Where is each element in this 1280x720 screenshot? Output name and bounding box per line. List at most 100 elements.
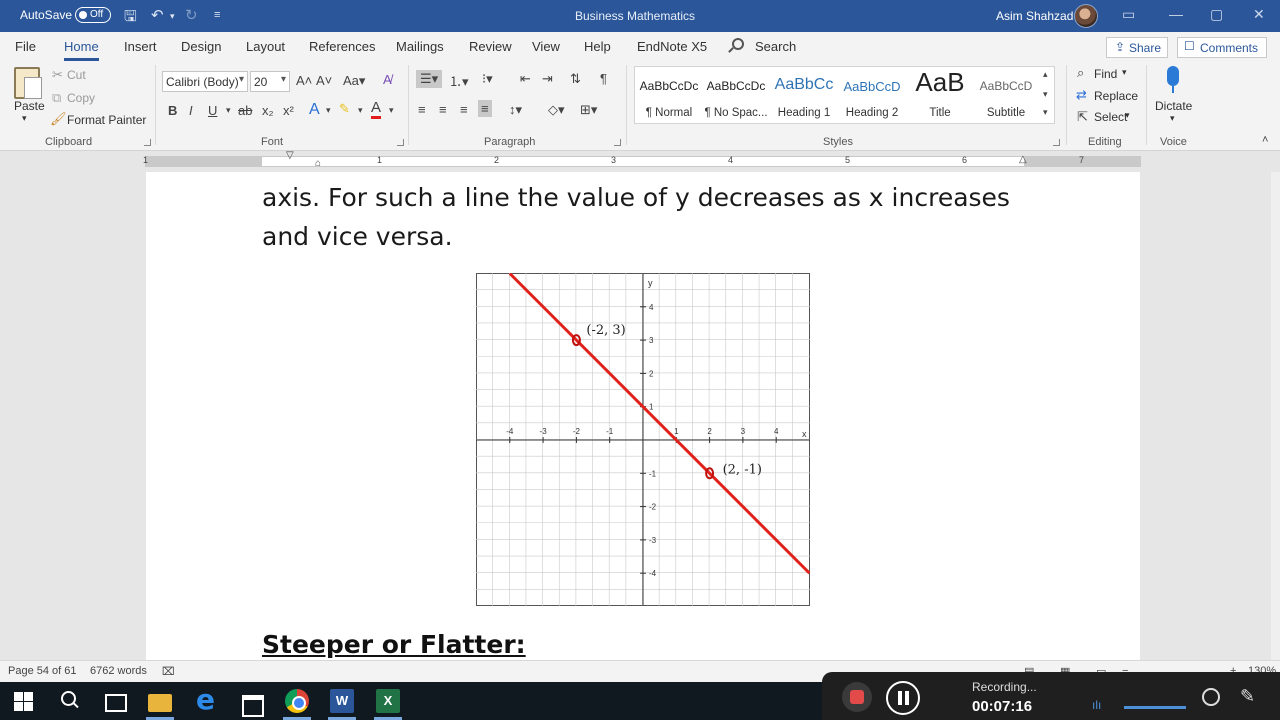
pause-recording-button[interactable] (886, 681, 920, 715)
tab-help[interactable]: Help (584, 39, 611, 54)
line-spacing-icon[interactable]: ↕▾ (509, 102, 522, 118)
style-heading2-preview[interactable]: AaBbCcD (839, 79, 905, 94)
style-heading1[interactable]: Heading 1 (771, 107, 837, 119)
italic-icon[interactable]: I (189, 103, 193, 118)
tab-view[interactable]: View (532, 39, 560, 54)
hanging-indent-icon[interactable]: ⌂ (315, 158, 321, 169)
line-graph-figure[interactable]: -4 -3 -2 -1 1 2 3 4 4 3 2 1 -1 -2 -3 -4 x y (-2, 3) (2, -1) (476, 273, 810, 606)
styles-scroll-down-icon[interactable]: ▾ (1043, 89, 1048, 100)
maximize-icon[interactable]: ▢ (1210, 6, 1223, 23)
minimize-icon[interactable]: — (1169, 6, 1183, 22)
search-label[interactable]: Search (755, 39, 796, 54)
strikethrough-icon[interactable]: ab (238, 103, 252, 118)
user-name[interactable]: Asim Shahzad (996, 9, 1073, 23)
tab-home[interactable]: Home (64, 39, 99, 61)
file-explorer-icon[interactable] (148, 694, 172, 712)
style-no-spacing[interactable]: ¶ No Spac... (703, 107, 769, 119)
text-effects-dropdown-icon[interactable]: ▾ (326, 105, 331, 116)
decrease-indent-icon[interactable]: ⇤ (520, 71, 531, 87)
tab-endnote[interactable]: EndNote X5 (637, 39, 707, 54)
dictate-dropdown-icon[interactable]: ▾ (1170, 113, 1175, 124)
comments-button[interactable]: Comments (1177, 37, 1267, 58)
underline-dropdown-icon[interactable]: ▾ (226, 105, 231, 116)
proofing-icon[interactable]: ⌧ (162, 665, 175, 678)
shrink-font-icon[interactable]: A˅ (316, 73, 332, 88)
close-icon[interactable]: ✕ (1253, 6, 1265, 23)
select-button[interactable]: Select (1094, 110, 1127, 124)
style-heading2[interactable]: Heading 2 (839, 107, 905, 119)
stop-recording-button[interactable] (842, 682, 872, 712)
show-formatting-icon[interactable]: ¶ (600, 71, 607, 86)
tab-file[interactable]: File (15, 39, 36, 54)
style-subtitle[interactable]: Subtitle (973, 107, 1039, 119)
style-normal[interactable]: ¶ Normal (636, 107, 702, 119)
collapse-ribbon-icon[interactable]: ˄ (1262, 134, 1268, 146)
sort-icon[interactable]: ⇅ (570, 71, 581, 87)
highlight-icon[interactable]: ✎ (339, 101, 350, 117)
shading-icon[interactable]: ◇▾ (548, 102, 565, 118)
multilevel-list-icon[interactable]: ⁝▾ (482, 71, 493, 87)
tab-review[interactable]: Review (469, 39, 512, 54)
page-count[interactable]: Page 54 of 61 (8, 665, 77, 677)
first-line-indent-icon[interactable]: ▽ (286, 150, 294, 161)
replace-button[interactable]: Replace (1094, 89, 1138, 103)
cut-button[interactable]: Cut (67, 68, 86, 82)
ribbon-display-icon[interactable]: ▭ (1122, 6, 1135, 23)
tab-insert[interactable]: Insert (124, 39, 157, 54)
font-size-select[interactable]: 20 (250, 71, 290, 92)
word-count[interactable]: 6762 words (90, 665, 147, 677)
pen-icon[interactable]: ✎ (1240, 686, 1255, 707)
font-launcher-icon[interactable] (397, 139, 404, 146)
style-title[interactable]: Title (907, 107, 973, 119)
increase-indent-icon[interactable]: ⇥ (542, 71, 553, 87)
superscript-icon[interactable]: x² (283, 103, 294, 118)
paste-dropdown-icon[interactable]: ▾ (22, 113, 27, 124)
tab-design[interactable]: Design (181, 39, 221, 54)
volume-slider[interactable] (1124, 706, 1186, 709)
tab-mailings[interactable]: Mailings (396, 39, 444, 54)
style-subtitle-preview[interactable]: AaBbCcD (973, 79, 1039, 93)
find-dropdown-icon[interactable]: ▾ (1122, 67, 1127, 78)
format-painter-button[interactable]: Format Painter (67, 113, 146, 127)
right-indent-icon[interactable]: △ (1019, 154, 1027, 165)
find-icon[interactable]: ⌕ (1077, 65, 1084, 81)
style-heading1-preview[interactable]: AaBbCc (771, 76, 837, 94)
section-heading[interactable]: Steeper or Flatter: (262, 630, 526, 659)
copy-button[interactable]: Copy (67, 91, 95, 105)
change-case-icon[interactable]: Aa▾ (343, 73, 365, 89)
highlight-dropdown-icon[interactable]: ▾ (358, 105, 363, 116)
paste-icon[interactable] (14, 67, 42, 99)
underline-icon[interactable]: U (208, 103, 217, 118)
webcam-icon[interactable] (1202, 688, 1220, 706)
replace-icon[interactable]: ⇄ (1076, 87, 1087, 103)
styles-launcher-icon[interactable] (1053, 139, 1060, 146)
chrome-icon[interactable] (285, 689, 309, 713)
subscript-icon[interactable]: x₂ (262, 103, 274, 118)
paste-button[interactable]: Paste (14, 99, 45, 113)
edge-browser-icon[interactable] (193, 683, 217, 716)
styles-scroll-up-icon[interactable]: ▴ (1043, 69, 1048, 80)
styles-more-icon[interactable]: ▾ (1043, 107, 1048, 118)
document-page[interactable]: axis. For such a line the value of y dec… (146, 172, 1140, 660)
bold-icon[interactable]: B (168, 103, 177, 118)
search-icon[interactable] (732, 38, 744, 50)
align-center-icon[interactable]: ≡ (439, 102, 447, 117)
dictate-button[interactable]: Dictate (1155, 99, 1192, 113)
find-button[interactable]: Find (1094, 67, 1117, 81)
bullets-icon[interactable]: ☰▾ (416, 70, 443, 88)
horizontal-ruler[interactable]: 1 ▽ ⌂ 1 2 3 4 5 6 △ 7 (0, 150, 1280, 171)
text-effects-icon[interactable]: A (309, 101, 320, 119)
align-left-icon[interactable]: ≡ (418, 102, 426, 117)
style-title-preview[interactable]: AaB (907, 67, 973, 98)
font-color-dropdown-icon[interactable]: ▾ (389, 105, 394, 116)
clear-formatting-icon[interactable]: A̸ (383, 72, 392, 87)
select-dropdown-icon[interactable]: ▾ (1125, 110, 1130, 121)
windows-start-icon[interactable] (12, 689, 36, 713)
style-no-spacing-preview[interactable]: AaBbCcDc (703, 79, 769, 93)
paragraph-launcher-icon[interactable] (614, 139, 621, 146)
numbering-icon[interactable]: ⒈▾ (449, 71, 469, 90)
select-icon[interactable]: ⇱ (1077, 109, 1088, 125)
borders-icon[interactable]: ⊞▾ (580, 102, 597, 118)
tab-references[interactable]: References (309, 39, 375, 54)
style-normal-preview[interactable]: AaBbCcDc (636, 79, 702, 93)
